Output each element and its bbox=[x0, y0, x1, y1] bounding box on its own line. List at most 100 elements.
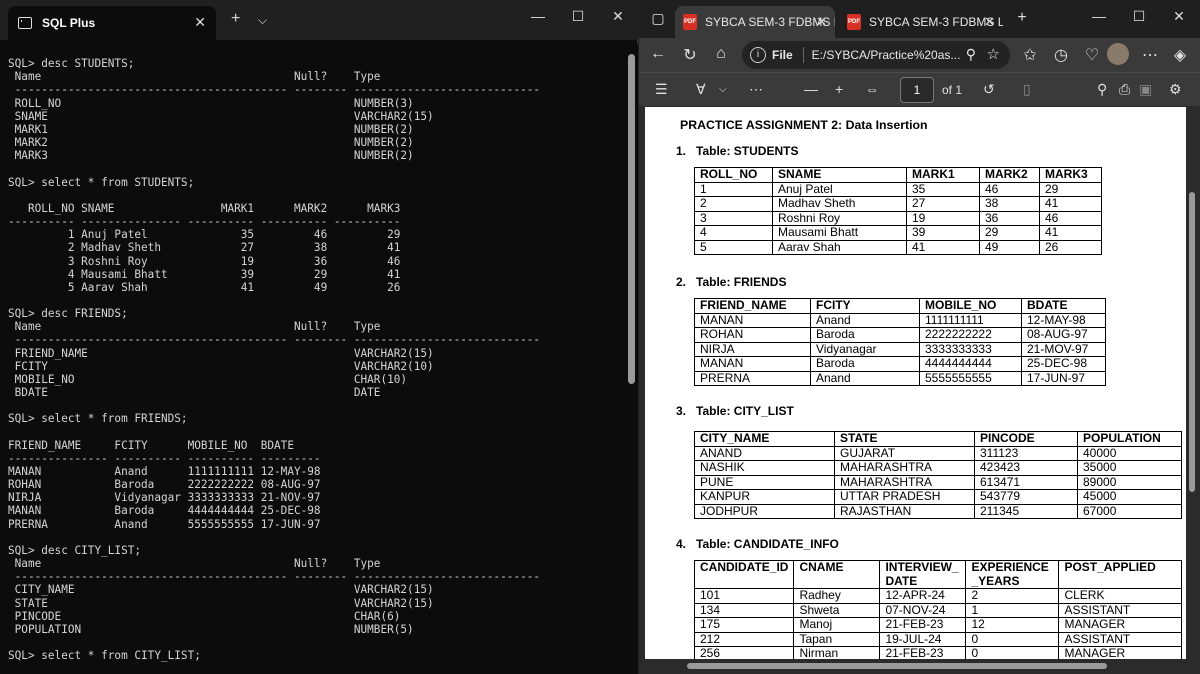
fit-page-icon[interactable]: ⇔ bbox=[865, 81, 879, 97]
table-cell: 46 bbox=[979, 181, 1040, 197]
home-icon[interactable]: ⌂ bbox=[710, 45, 732, 63]
refresh-icon[interactable]: ↻ bbox=[679, 45, 701, 65]
print-icon[interactable]: ⎙ bbox=[1119, 81, 1130, 98]
terminal-line: SNAME VARCHAR2(15) bbox=[8, 109, 434, 123]
address-bar[interactable]: i File E:/SYBCA/Practice%20as... ⚲ ☆ bbox=[742, 41, 1010, 69]
table-cell: 21-FEB-23 bbox=[879, 617, 967, 633]
column-header: ROLL_NO bbox=[694, 167, 773, 183]
browser-tab-2-label: SYBCA SEM-3 FDBMS L bbox=[869, 15, 1003, 29]
terminal-line: MANAN Baroda 4444444444 25-DEC-98 bbox=[8, 504, 321, 518]
terminal-line: PINCODE CHAR(6) bbox=[8, 609, 401, 623]
close-tab-icon[interactable]: ✕ bbox=[984, 14, 995, 30]
copilot-icon[interactable]: ◈ bbox=[1169, 45, 1191, 65]
terminal-line: FCITY VARCHAR2(10) bbox=[8, 359, 434, 373]
settings-icon[interactable]: ⚙ bbox=[1169, 81, 1182, 98]
terminal-line: Name Null? Type bbox=[8, 320, 381, 334]
browser-tab-1[interactable]: PDF SYBCA SEM-3 FDBMS L ✕ bbox=[675, 6, 835, 38]
close-tab-icon[interactable]: ✕ bbox=[816, 14, 827, 30]
avatar[interactable] bbox=[1107, 43, 1129, 65]
zoom-icon[interactable]: ⚲ bbox=[966, 46, 976, 63]
table-cell: ASSISTANT bbox=[1058, 631, 1183, 647]
rotate-icon[interactable]: ↺ bbox=[983, 81, 995, 98]
table-row: 3 Roshni Roy 19 36 46 bbox=[694, 210, 1102, 226]
pdf-hscroll-thumb[interactable] bbox=[687, 663, 1107, 669]
performance-icon[interactable]: ♡ bbox=[1081, 45, 1103, 65]
back-icon[interactable]: ← bbox=[647, 45, 669, 63]
terminal-output[interactable]: SQL> desc STUDENTS; Name Null? Type ----… bbox=[8, 44, 620, 674]
close-window-icon[interactable]: ✕ bbox=[608, 8, 628, 25]
save-icon[interactable]: ▣ bbox=[1139, 81, 1152, 98]
zoom-in-icon[interactable]: + bbox=[835, 81, 843, 97]
table-cell: Anand bbox=[810, 370, 920, 386]
table-header-row: CANDIDATE_ID CNAME INTERVIEW_ DATE EXPERIENC… bbox=[693, 560, 1183, 589]
table-row: ANAND GUJARAT 311123 40000 bbox=[694, 445, 1182, 461]
table-cell: 1111111111 bbox=[919, 312, 1022, 328]
chevron-down-icon[interactable]: ⌵ bbox=[719, 84, 727, 95]
pdf-page: PRACTICE ASSIGNMENT 2: Data Insertion 1.… bbox=[645, 107, 1188, 659]
table-cell: UTTAR PRADESH bbox=[834, 489, 975, 505]
contents-icon[interactable]: ☰ bbox=[655, 81, 668, 98]
site-info-icon[interactable]: i bbox=[750, 47, 766, 63]
table-cell: 35000 bbox=[1077, 460, 1182, 476]
terminal-line: MANAN Anand 1111111111 12-MAY-98 bbox=[8, 465, 321, 478]
table-cell: 29 bbox=[979, 225, 1040, 241]
terminal-line: 1 Anuj Patel 35 46 29 bbox=[8, 228, 401, 242]
pdf-viewer[interactable]: PRACTICE ASSIGNMENT 2: Data Insertion 1.… bbox=[639, 107, 1200, 674]
table-cell: 1 bbox=[694, 181, 773, 197]
minimize-icon[interactable]: — bbox=[528, 8, 548, 24]
maximize-icon[interactable]: ☐ bbox=[1129, 8, 1149, 25]
maximize-icon[interactable]: ☐ bbox=[568, 8, 588, 25]
table-cell: MAHARASHTRA bbox=[834, 460, 975, 476]
favorites-icon[interactable]: ✩ bbox=[1019, 45, 1041, 65]
zoom-out-icon[interactable]: — bbox=[804, 81, 818, 97]
table-row: 134 Shweta 07-NOV-24 1 ASSISTANT bbox=[693, 602, 1183, 618]
browser-tab-2[interactable]: PDF SYBCA SEM-3 FDBMS L ✕ bbox=[839, 6, 1003, 38]
tab-actions-icon[interactable]: ▢ bbox=[647, 10, 669, 27]
table-cell: 3333333333 bbox=[919, 341, 1022, 357]
column-header: FRIEND_NAME bbox=[694, 298, 811, 314]
terminal-line: MOBILE_NO CHAR(10) bbox=[8, 372, 408, 386]
table-cell: 19 bbox=[906, 210, 980, 226]
terminal-line: SQL> select * from CITY_LIST; bbox=[8, 649, 201, 663]
favorite-star-icon[interactable]: ☆ bbox=[987, 45, 1000, 63]
pdf-horizontal-scrollbar[interactable] bbox=[639, 659, 1200, 674]
more-menu-icon[interactable]: ⋯ bbox=[1139, 45, 1161, 65]
table-cell: 35 bbox=[906, 181, 980, 197]
table-cell: 2 bbox=[694, 196, 773, 212]
more-tools-icon[interactable]: ⋯ bbox=[749, 81, 763, 98]
table-row: NIRJA Vidyanagar 3333333333 21-MOV-97 bbox=[694, 341, 1106, 357]
table-cell: 12-APR-24 bbox=[879, 588, 967, 604]
chevron-down-icon[interactable]: ⌵ bbox=[258, 13, 267, 28]
terminal-scroll-thumb[interactable] bbox=[628, 54, 635, 384]
new-tab-icon[interactable]: + bbox=[1011, 9, 1033, 27]
pdf-vscroll-thumb[interactable] bbox=[1189, 192, 1195, 492]
close-window-icon[interactable]: ✕ bbox=[1169, 8, 1189, 25]
table-cell: ROHAN bbox=[694, 327, 811, 343]
terminal-scrollbar[interactable] bbox=[625, 44, 638, 674]
column-header: EXPERIENCE _YEARS bbox=[965, 560, 1060, 589]
table-cell: Madhav Sheth bbox=[772, 196, 907, 212]
table-cell: ANAND bbox=[694, 445, 835, 461]
terminal-line: SQL> desc CITY_LIST; bbox=[8, 543, 142, 557]
terminal-line: MARK3 NUMBER(2) bbox=[8, 149, 414, 163]
address-divider bbox=[802, 47, 804, 63]
history-icon[interactable]: ◷ bbox=[1050, 45, 1072, 65]
terminal-window: SQL Plus ✕ + ⌵ — ☐ ✕ SQL> desc STUDENTS;… bbox=[0, 0, 638, 674]
new-tab-icon[interactable]: + bbox=[231, 10, 240, 28]
draw-icon[interactable]: ∀ bbox=[696, 81, 706, 98]
table-cell: MANAN bbox=[694, 356, 811, 372]
close-tab-icon[interactable]: ✕ bbox=[194, 14, 206, 31]
table-cell: 212 bbox=[693, 631, 795, 647]
page-number-input[interactable]: 1 bbox=[900, 77, 934, 103]
table-cell: 2222222222 bbox=[919, 327, 1022, 343]
friends-table: FRIEND_NAME FCITY MOBILE_NO BDATE MANAN Anand… bbox=[694, 298, 1106, 386]
table-cell: 17-JUN-97 bbox=[1021, 370, 1106, 386]
terminal-icon bbox=[18, 17, 32, 29]
search-icon[interactable]: ⚲ bbox=[1097, 81, 1107, 98]
section-heading: 2. Table: FRIENDS bbox=[676, 275, 787, 289]
pdf-vertical-scrollbar[interactable] bbox=[1186, 107, 1198, 659]
minimize-icon[interactable]: — bbox=[1089, 8, 1109, 24]
page-view-icon[interactable]: ▯ bbox=[1023, 81, 1031, 98]
terminal-tab[interactable]: SQL Plus ✕ bbox=[8, 6, 216, 40]
